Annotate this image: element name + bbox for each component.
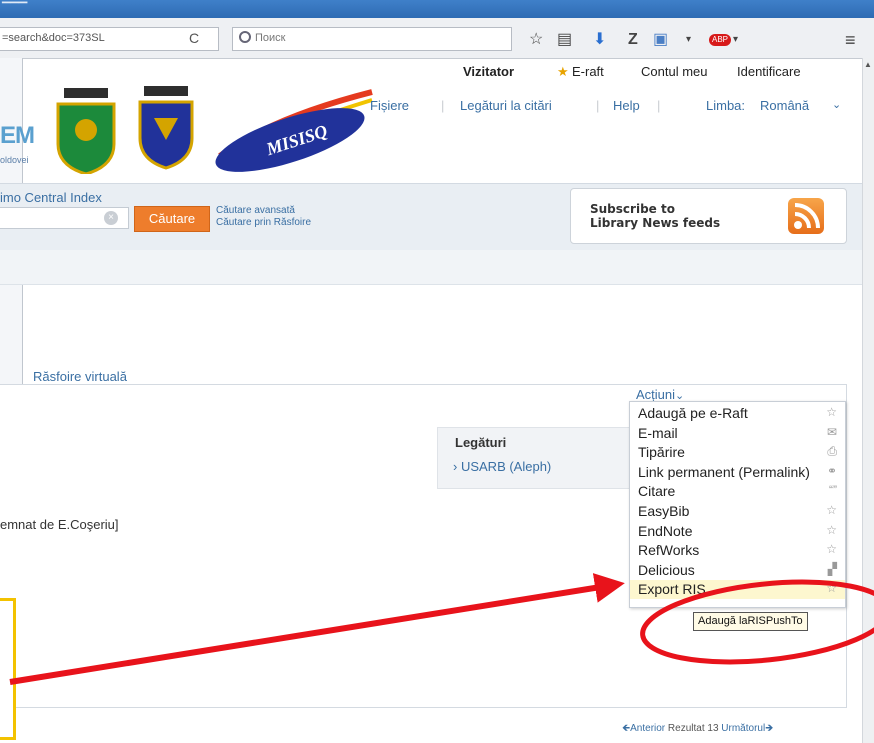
menu-item-label: RefWorks [638,542,700,559]
clear-search-icon[interactable]: × [104,211,118,225]
actions-menu-toggle[interactable]: Acțiuni⌄ [636,387,684,402]
quote-icon: “” [829,483,837,498]
search-scope-label: imo Central Index [0,190,102,205]
star-outline-icon: ☆ [826,542,837,557]
browse-search-link[interactable]: Căutare prin Răsfoire [216,217,311,229]
menu-item-label: EndNote [638,522,693,539]
eraft-link[interactable]: E-raft [572,64,604,79]
browser-search-box[interactable]: Поиск [232,27,512,51]
menu-item[interactable]: Tipărire ⎙ [630,443,845,462]
browser-search-placeholder: Поиск [255,32,286,44]
menu-item-label: Export RIS [638,581,706,598]
search-button[interactable]: Căutare [134,206,210,232]
rss-icon[interactable] [788,198,824,234]
language-select[interactable]: Română [760,98,809,113]
chevron-down-icon[interactable]: ▾ [686,32,691,48]
menu-item-label: EasyBib [638,503,690,519]
rss-text: Subscribe to Library News feeds [590,202,720,230]
menu-item[interactable]: Export RIS ☆ [630,580,845,600]
annotation-highlight-box [0,598,16,740]
actions-dropdown: Adaugă pe e-Raft ☆ E-mail ✉ Tipărire ⎙ Link pe… [629,401,846,608]
help-link[interactable]: Help [613,98,640,113]
star-outline-icon: ☆ [826,522,837,537]
logo-subtitle: oldovei [0,155,29,165]
menu-item[interactable]: E-mail ✉ [630,424,845,443]
actions-label: Acțiuni [636,387,676,402]
next-arrow-icon[interactable]: 🡺 [765,723,773,734]
links-item-label: USARB (Aleph) [460,459,552,474]
magnifier-icon [239,31,251,43]
menu-item-label: Adaugă pe e-Raft [638,405,748,421]
menu-item[interactable]: EndNote ☆ [630,522,845,541]
virtual-browse-link[interactable]: Răsfoire virtuală [33,369,127,384]
result-number: 13 [707,723,719,734]
coat-of-arms-left-icon [56,88,116,174]
links-box: Legături › USARB (Aleph) [437,427,631,489]
browser-toolbar: =search&doc=373SL C Поиск ☆ ▤ ⬇ Z ▣ ▾ AB… [0,18,874,59]
prev-link[interactable]: Anterior [630,723,665,734]
menu-item-label: Citare [638,483,676,500]
rss-line-2: Library News feeds [590,216,721,230]
chevron-down-icon[interactable]: ⌄ [832,98,841,111]
page-scrollbar[interactable] [862,58,874,743]
fisiere-link[interactable]: Fișiere [370,98,409,113]
delicious-icon: ▞ [827,561,837,576]
menu-item-label: E-mail [638,424,678,441]
account-link[interactable]: Contul meu [641,64,707,79]
star-outline-icon: ☆ [826,581,837,596]
address-bar[interactable]: =search&doc=373SL C [0,27,219,51]
star-outline-icon: ☆ [826,405,837,419]
download-icon[interactable]: ⬇ [593,32,606,48]
star-icon[interactable]: ☆ [529,32,543,48]
next-link[interactable]: Următorul [721,723,765,734]
result-pager: 🡸Anterior Rezultat 13 Următorul🡺 [622,721,773,738]
menu-item-label: Delicious [638,561,695,578]
menu-item[interactable]: Adaugă pe e-Raft ☆ [630,404,845,423]
citations-link[interactable]: Legături la citări [460,98,552,113]
scroll-up-icon[interactable]: ▲ [862,60,874,72]
link-icon: ⚭ [826,463,837,478]
language-label: Limba: [706,98,746,113]
chevron-down-icon[interactable]: ▾ [733,32,738,48]
tab-strip-fragment: ▔▔▔ [2,3,28,15]
reload-icon[interactable]: C [189,30,199,46]
misisq-logo-icon: MISISQ [215,89,373,172]
breadcrumb-band [0,250,862,285]
zotero-icon[interactable]: Z [628,32,638,48]
menu-item[interactable]: Link permanent (Permalink) ⚭ [630,463,845,482]
links-item[interactable]: › USARB (Aleph) [453,459,551,474]
links-title: Legături [455,435,507,450]
result-label: Rezultat [667,723,705,734]
advanced-search-link[interactable]: Căutare avansată [216,205,311,217]
rss-subscribe-box[interactable]: Subscribe to Library News feeds [570,188,847,244]
menu-item[interactable]: EasyBib ☆ [630,502,845,521]
secondary-navigation: Fișiere | Legături la citări | Help | Li… [370,98,842,113]
envelope-icon: ✉ [826,424,837,439]
visitor-label: Vizitator [463,64,515,79]
menu-item[interactable]: Citare “” [630,482,845,501]
prev-arrow-icon[interactable]: 🡸 [622,723,630,734]
top-navigation: Vizitator ★ E-raft Contul meu Identifica… [455,62,850,82]
logo-text: EM [0,122,35,149]
menu-icon[interactable]: ≡ [845,31,856,49]
screen-icon[interactable]: ▣ [653,32,668,48]
address-bar-text: =search&doc=373SL [2,32,105,44]
search-links: Căutare avansată Căutare prin Răsfoire [216,205,311,229]
coat-of-arms-right-icon [138,86,194,170]
menu-item-label: Link permanent (Permalink) [638,463,810,480]
star-icon: ★ [557,64,569,79]
tooltip: Adaugă laRISPushTo [693,612,808,631]
printer-icon: ⎙ [827,444,837,459]
rss-line-1: Subscribe to [590,202,675,216]
menu-item-label: Tipărire [638,444,685,461]
university-logos: MISISQ [56,86,373,174]
adblock-icon[interactable]: ABP [709,34,731,46]
menu-item[interactable]: Delicious ▞ [630,561,845,580]
record-note: emnat de E.Coşeriu] [0,517,119,532]
browser-tab-strip: ▔▔▔ [0,0,874,18]
reading-list-icon[interactable]: ▤ [557,32,572,48]
menu-item[interactable]: RefWorks ☆ [630,541,845,560]
star-outline-icon: ☆ [826,503,837,517]
login-link[interactable]: Identificare [737,64,801,79]
